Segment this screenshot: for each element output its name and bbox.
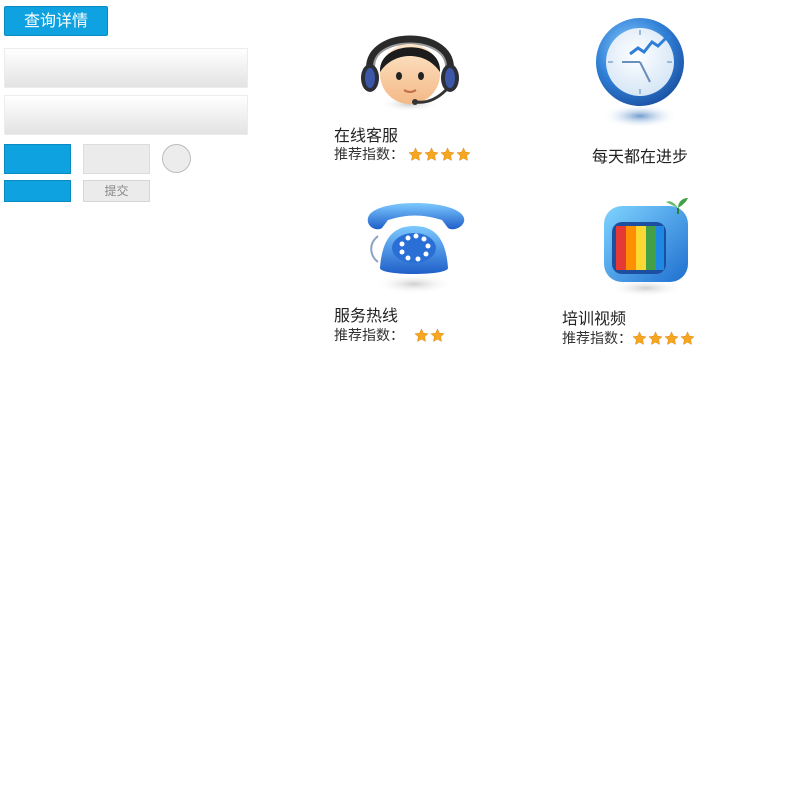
tile-rating-training-videos: 推荐指数： bbox=[562, 328, 695, 348]
star-rating bbox=[632, 330, 695, 346]
query-details-button[interactable]: 查询详情 bbox=[4, 6, 108, 36]
star-icon bbox=[680, 330, 695, 345]
page: 查询详情 提交 在线客服 推荐指数： 每天都在进步 服务热线 推荐指数： 培训视… bbox=[0, 0, 800, 800]
text-field-1[interactable] bbox=[4, 48, 248, 88]
tile-title-daily-progress: 每天都在进步 bbox=[592, 147, 689, 166]
tile-title-training-videos: 培训视频 bbox=[562, 309, 627, 328]
headset-agent-icon[interactable] bbox=[358, 16, 460, 114]
submit-button[interactable]: 提交 bbox=[83, 180, 150, 202]
tile-rating-online-service: 推荐指数： bbox=[334, 144, 471, 164]
telephone-icon[interactable] bbox=[362, 196, 468, 296]
blue-button-small[interactable] bbox=[4, 180, 71, 202]
star-icon bbox=[440, 146, 455, 161]
radio-circle[interactable] bbox=[162, 144, 191, 173]
rating-label: 推荐指数： bbox=[562, 331, 632, 347]
blue-button-large[interactable] bbox=[4, 144, 71, 174]
clock-chart-icon[interactable] bbox=[592, 16, 690, 134]
tv-icon[interactable] bbox=[598, 196, 696, 300]
tile-title-service-hotline: 服务热线 bbox=[334, 306, 399, 325]
star-icon bbox=[648, 330, 663, 345]
star-icon bbox=[430, 327, 445, 342]
star-icon bbox=[664, 330, 679, 345]
star-icon bbox=[632, 330, 647, 345]
star-rating bbox=[414, 327, 445, 343]
grey-button-large[interactable] bbox=[83, 144, 150, 174]
star-icon bbox=[424, 146, 439, 161]
star-icon bbox=[456, 146, 471, 161]
star-rating bbox=[408, 146, 471, 162]
tile-rating-service-hotline: 推荐指数： bbox=[334, 325, 445, 345]
star-icon bbox=[414, 327, 429, 342]
rating-label: 推荐指数： bbox=[334, 147, 404, 163]
rating-label: 推荐指数： bbox=[334, 328, 404, 344]
text-field-2[interactable] bbox=[4, 95, 248, 135]
tile-title-online-service: 在线客服 bbox=[334, 126, 399, 145]
star-icon bbox=[408, 146, 423, 161]
